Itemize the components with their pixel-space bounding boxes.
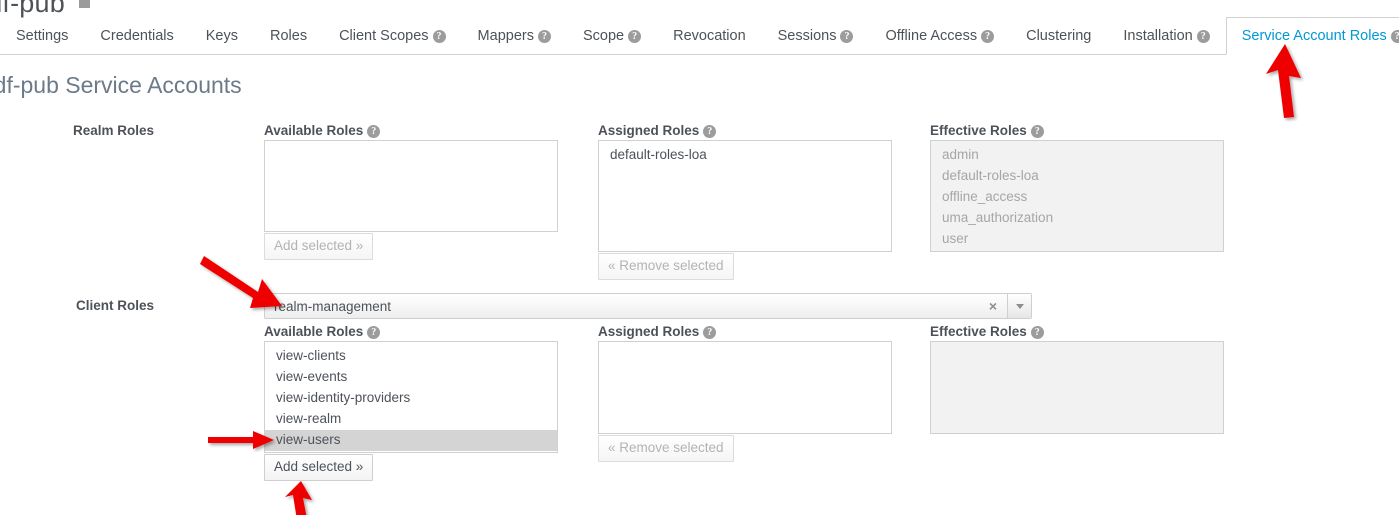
- tab-mappers[interactable]: Mappers?: [462, 17, 567, 56]
- list-item[interactable]: view-clients: [265, 346, 557, 367]
- page-title: rdf-pub Service Accounts: [0, 72, 242, 98]
- realm-assigned-roles-listbox[interactable]: default-roles-loa: [598, 140, 892, 252]
- help-icon[interactable]: ?: [367, 125, 381, 138]
- list-item: uma_authorization: [942, 210, 1054, 225]
- tab-label: Offline Access?: [870, 28, 1009, 44]
- clear-icon[interactable]: ×: [986, 297, 1000, 315]
- tab-label: Installation?: [1108, 28, 1224, 44]
- tab-keys[interactable]: Keys: [190, 17, 254, 56]
- list-item: default-roles-loa: [942, 168, 1039, 183]
- help-icon[interactable]: ?: [1390, 30, 1399, 43]
- tab-label: Revocation: [673, 28, 746, 44]
- tab-installation[interactable]: Installation?: [1107, 17, 1225, 56]
- tab-offline-access[interactable]: Offline Access?: [869, 17, 1010, 56]
- realm-available-roles-label: Available Roles?: [264, 123, 381, 138]
- help-icon[interactable]: ?: [1196, 30, 1210, 43]
- client-heading-text: rdf-pub: [0, 0, 65, 18]
- list-item[interactable]: view-users: [265, 430, 557, 451]
- realm-effective-roles-listbox: admin default-roles-loa offline_access uma_…: [930, 140, 1224, 252]
- realm-remove-selected-button[interactable]: « Remove selected: [598, 253, 734, 280]
- client-available-roles-label: Available Roles?: [264, 324, 381, 339]
- tab-label: Roles: [270, 28, 308, 44]
- help-icon[interactable]: ?: [628, 30, 642, 43]
- keycloak-service-account-roles-screen: rdf-pub Settings Credentials Keys Roles Clie…: [0, 0, 1399, 515]
- tab-label: Scope?: [568, 28, 656, 44]
- tab-sessions[interactable]: Sessions?: [762, 17, 870, 56]
- help-icon[interactable]: ?: [1030, 125, 1044, 138]
- help-icon[interactable]: ?: [703, 125, 717, 138]
- tab-clustering[interactable]: Clustering: [1010, 17, 1107, 56]
- tab-label: Mappers?: [463, 28, 566, 44]
- tab-label: Clustering: [1026, 28, 1092, 44]
- help-icon[interactable]: ?: [840, 30, 854, 43]
- realm-assigned-roles-label: Assigned Roles?: [598, 123, 717, 138]
- list-item: admin: [942, 147, 979, 162]
- tab-label: Sessions?: [763, 28, 869, 44]
- tab-client-scopes[interactable]: Client Scopes?: [323, 17, 461, 56]
- help-icon[interactable]: ?: [367, 326, 381, 339]
- tab-roles[interactable]: Roles: [254, 17, 323, 56]
- arrow-to-add-selected-button: [285, 481, 312, 515]
- realm-add-selected-button[interactable]: Add selected »: [264, 233, 374, 260]
- help-icon[interactable]: ?: [537, 30, 551, 43]
- list-item: offline_access: [942, 189, 1028, 204]
- list-item[interactable]: view-identity-providers: [265, 388, 557, 409]
- list-item: user: [942, 231, 969, 246]
- client-assigned-roles-label: Assigned Roles?: [598, 324, 717, 339]
- chevron-down-icon[interactable]: [1007, 294, 1031, 318]
- help-icon[interactable]: ?: [703, 326, 717, 339]
- client-assigned-roles-listbox[interactable]: [598, 341, 892, 434]
- list-item[interactable]: default-roles-loa: [599, 145, 891, 166]
- client-add-selected-button[interactable]: Add selected »: [264, 454, 374, 481]
- tab-label: Credentials: [100, 28, 174, 44]
- client-effective-roles-label: Effective Roles?: [930, 324, 1044, 339]
- tab-label: Keys: [205, 28, 238, 44]
- list-item[interactable]: view-events: [265, 367, 557, 388]
- help-icon[interactable]: ?: [1030, 326, 1044, 339]
- help-icon[interactable]: ?: [432, 30, 446, 43]
- realm-effective-roles-label: Effective Roles?: [930, 123, 1044, 138]
- tab-label: Service Account Roles?: [1227, 28, 1399, 44]
- tab-credentials[interactable]: Credentials: [84, 17, 189, 56]
- client-roles-select[interactable]: realm-management ×: [264, 293, 1032, 319]
- client-effective-roles-listbox: [930, 341, 1224, 434]
- tab-label: Settings: [16, 28, 69, 44]
- tab-scope[interactable]: Scope?: [567, 17, 657, 56]
- client-roles-row-label: Client Roles: [75, 298, 154, 313]
- help-icon[interactable]: ?: [981, 30, 995, 43]
- realm-roles-row-label: Realm Roles: [72, 123, 154, 138]
- client-roles-select-value: realm-management: [274, 299, 392, 314]
- tab-label: Client Scopes?: [324, 28, 460, 44]
- tab-settings[interactable]: Settings: [0, 17, 84, 56]
- tab-service-account-roles[interactable]: Service Account Roles?: [1225, 17, 1399, 55]
- tab-revocation[interactable]: Revocation: [657, 17, 762, 56]
- list-item[interactable]: view-realm: [265, 409, 557, 430]
- client-available-roles-listbox[interactable]: view-clients view-events view-identity-pro…: [264, 341, 558, 453]
- client-tab-bar: Settings Credentials Keys Roles Client Scope…: [0, 17, 1399, 55]
- client-remove-selected-button[interactable]: « Remove selected: [598, 435, 734, 462]
- enabled-indicator-icon: [78, 0, 90, 8]
- realm-available-roles-listbox[interactable]: [264, 140, 558, 232]
